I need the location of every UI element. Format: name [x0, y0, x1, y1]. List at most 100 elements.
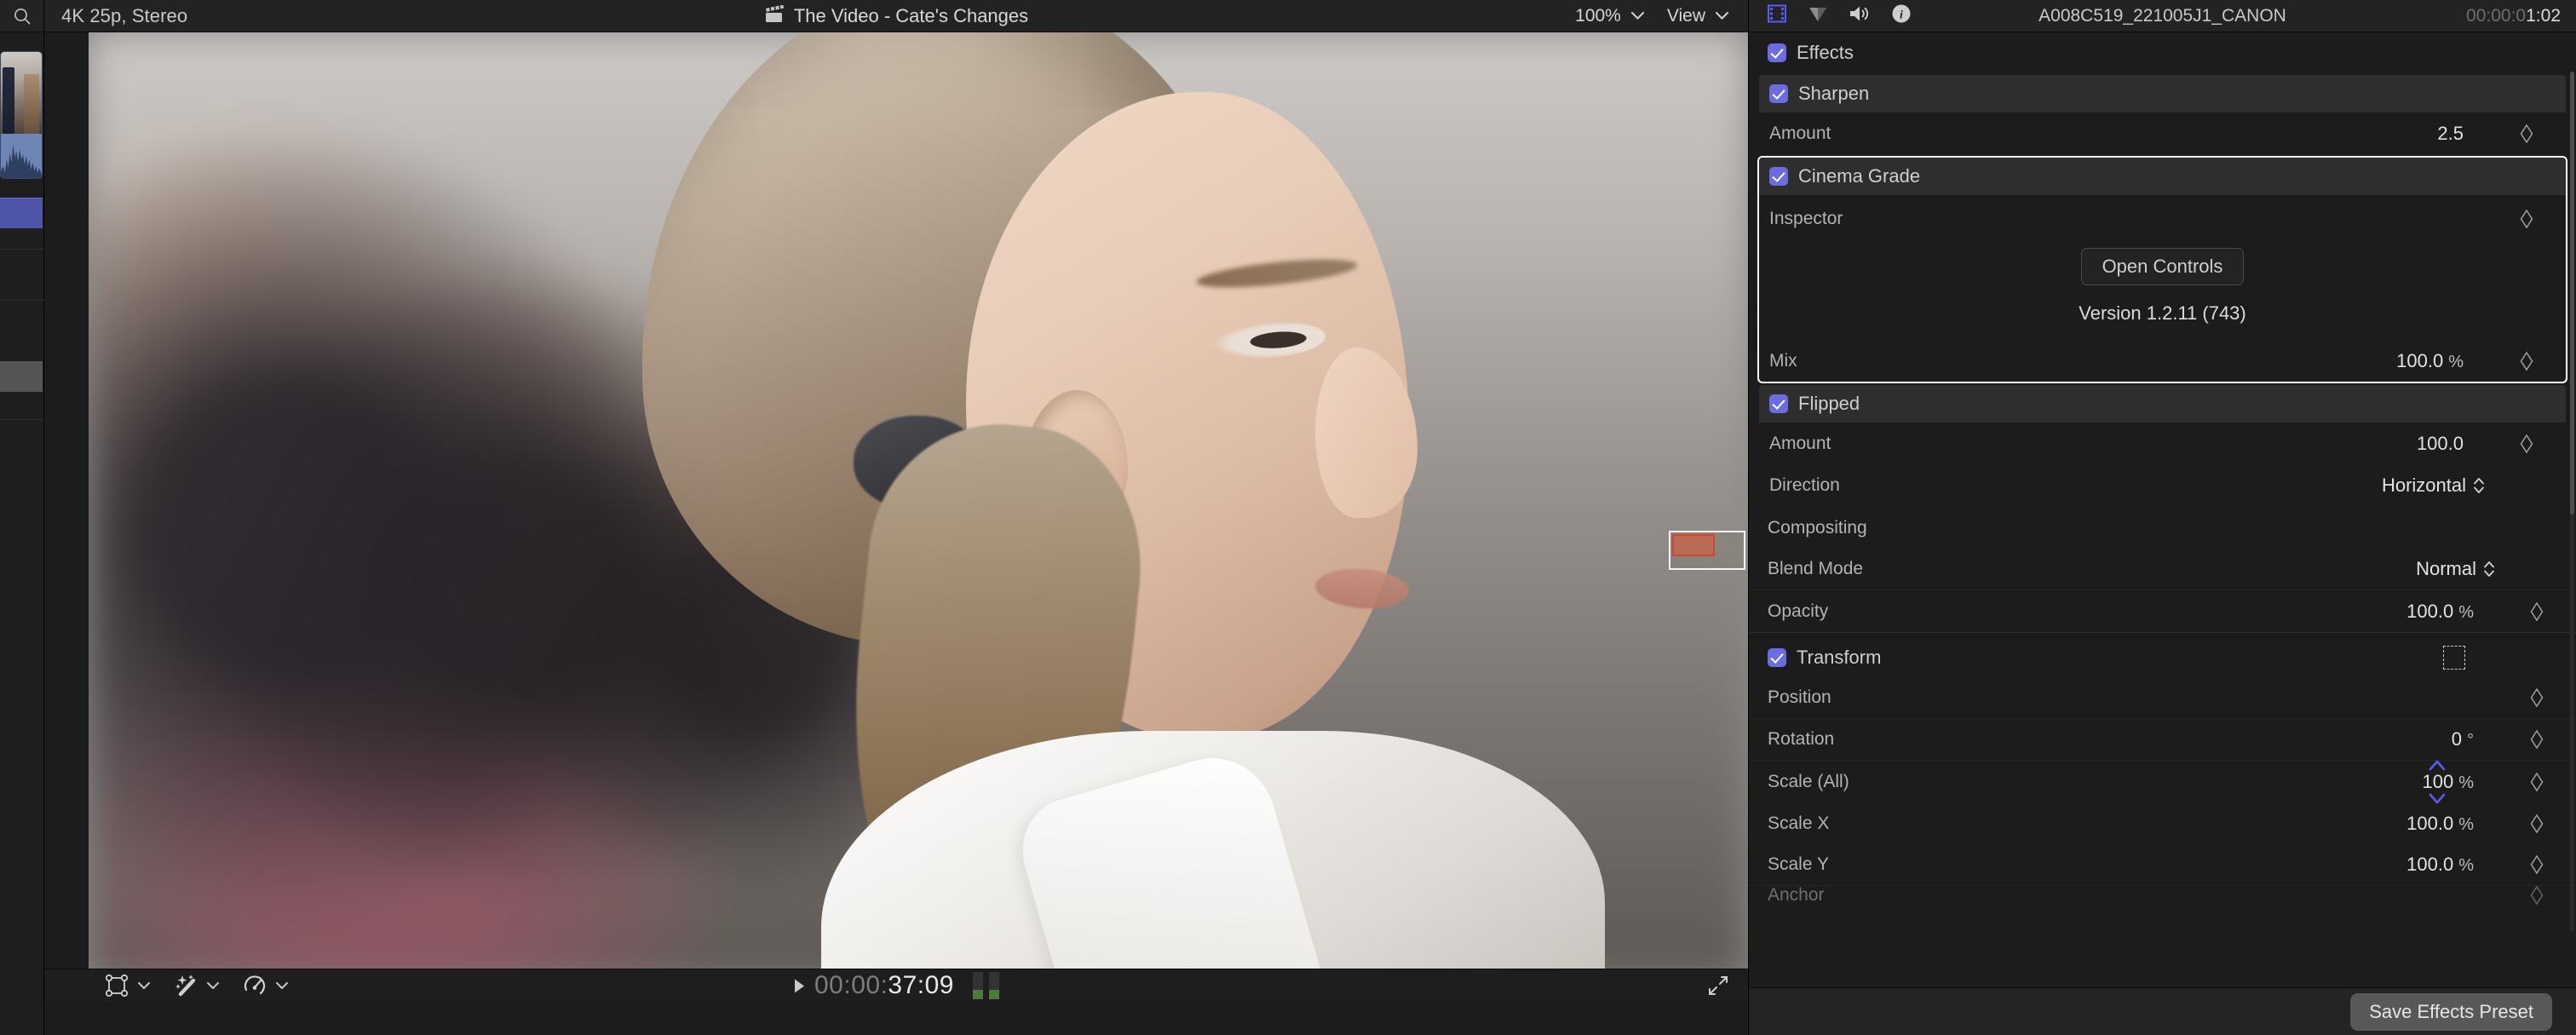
color-inspector-tab[interactable]: [1807, 3, 1829, 29]
inspector-content[interactable]: Effects Sharpen Amount 2.5 Cinema Grade …: [1749, 32, 2576, 987]
cinema-grade-mix-value[interactable]: 100.0%: [2268, 350, 2464, 372]
timecode-text: 00:00:37:09: [814, 971, 954, 1000]
timeline-divider: [0, 249, 44, 250]
open-controls-button[interactable]: Open Controls: [2080, 248, 2245, 285]
rotation-keyframe-button[interactable]: [2530, 729, 2544, 750]
play-triangle-icon: [795, 979, 804, 992]
scale-x-value[interactable]: 100.0%: [2278, 813, 2474, 835]
position-row[interactable]: Position X 0 px Y 0 px: [1749, 677, 2576, 719]
transform-bounds-icon[interactable]: [2443, 645, 2465, 670]
cinema-grade-header[interactable]: Cinema Grade: [1759, 158, 2566, 195]
anchor-keyframe-button[interactable]: [2530, 885, 2544, 906]
timeline-clip-bar[interactable]: [0, 198, 43, 228]
sharpen-amount-value[interactable]: 2.5: [2268, 123, 2464, 145]
opacity-value[interactable]: 100.0%: [2278, 601, 2474, 623]
timeline-clip-thumbnail[interactable]: [0, 51, 43, 179]
sharpen-amount-keyframe-button[interactable]: [2520, 124, 2533, 144]
blend-mode-popup[interactable]: Normal: [2416, 558, 2495, 580]
cinema-grade-mix-row[interactable]: Mix 100.0%: [1759, 340, 2566, 382]
sharpen-enable-checkbox[interactable]: [1769, 84, 1788, 103]
flipped-header[interactable]: Flipped: [1759, 385, 2566, 423]
viewer-toolbar-left: 4K 25p, Stereo: [14, 0, 187, 32]
cinema-grade-mix-label: Mix: [1769, 350, 1797, 371]
info-inspector-tab[interactable]: i: [1890, 3, 1912, 29]
flipped-amount-row[interactable]: Amount 100.0: [1759, 423, 2566, 464]
flipped-direction-row[interactable]: Direction Horizontal: [1759, 464, 2566, 506]
search-icon[interactable]: [0, 0, 44, 32]
save-effects-preset-button[interactable]: Save Effects Preset: [2350, 992, 2552, 1031]
anchor-row[interactable]: Anchor X Y: [1749, 885, 2576, 906]
keyframe-diamond-icon: [2530, 687, 2544, 708]
updown-chevron-icon: [2474, 477, 2484, 493]
cinema-grade-mix-keyframe-button[interactable]: [2520, 351, 2533, 371]
keyframe-diamond-icon: [2530, 772, 2544, 791]
rotation-value[interactable]: 0 °: [2278, 728, 2474, 750]
flipped-amount-value[interactable]: 100.0: [2268, 433, 2464, 455]
timecode-display[interactable]: 00:00:37:09: [793, 971, 954, 1000]
effect-card-flipped[interactable]: Flipped Amount 100.0 Direction Horizonta…: [1757, 383, 2567, 508]
cinema-grade-selection-swatch[interactable]: [1672, 534, 1715, 556]
flipped-amount-keyframe-button[interactable]: [2520, 434, 2533, 454]
transform-header[interactable]: Transform: [1749, 637, 2576, 677]
viewer-project-title-group: The Video - Cate's Changes: [44, 0, 1748, 32]
scrollbar-thumb[interactable]: [2570, 72, 2574, 515]
scale-all-label: Scale (All): [1768, 771, 1849, 791]
zoom-level-menu[interactable]: 100%: [1575, 6, 1645, 26]
sharpen-amount-label: Amount: [1769, 123, 1831, 143]
scale-x-label: Scale X: [1768, 813, 1830, 833]
sharpen-amount-row[interactable]: Amount 2.5: [1759, 112, 2566, 154]
scale-x-row[interactable]: Scale X 100.0%: [1749, 802, 2576, 844]
position-label: Position: [1768, 687, 1831, 707]
flipped-enable-checkbox[interactable]: [1769, 394, 1788, 413]
cinema-grade-region-overlay[interactable]: [1669, 531, 1745, 570]
rotation-row[interactable]: Rotation 0 °: [1749, 719, 2576, 761]
keyframe-diamond-icon: [2530, 814, 2544, 833]
inspector-timecode: 00:00:01:02: [2466, 6, 2576, 26]
timeline-secondary-bar[interactable]: [0, 361, 43, 392]
blend-mode-value: Normal: [2416, 558, 2476, 579]
audio-inspector-tab[interactable]: [1848, 3, 1872, 29]
scale-all-value[interactable]: 100%: [2278, 771, 2474, 793]
scale-x-keyframe-button[interactable]: [2530, 814, 2544, 834]
flipped-direction-value: Horizontal: [2381, 474, 2466, 496]
flipped-direction-popup[interactable]: Horizontal: [2382, 474, 2485, 497]
viewer-stage: 00:00:37:09: [44, 32, 1748, 1002]
opacity-keyframe-button[interactable]: [2530, 601, 2544, 622]
scale-y-value[interactable]: 100.0%: [2278, 854, 2474, 876]
sharpen-header[interactable]: Sharpen: [1759, 75, 2566, 112]
cinema-grade-inspector-row[interactable]: Inspector: [1759, 200, 2566, 238]
scale-all-row[interactable]: Scale (All) 100%: [1749, 760, 2576, 803]
video-preview[interactable]: [89, 32, 1748, 982]
video-inspector-tab[interactable]: [1766, 3, 1788, 29]
keyframe-diamond-icon: [2530, 601, 2544, 621]
view-menu[interactable]: View: [1667, 6, 1729, 26]
updown-chevron-icon: [2484, 561, 2494, 577]
scale-all-keyframe-button[interactable]: [2530, 772, 2544, 792]
scale-y-keyframe-button[interactable]: [2530, 854, 2544, 875]
scale-y-row[interactable]: Scale Y 100.0%: [1749, 844, 2576, 886]
chevron-down-icon: [1715, 11, 1729, 20]
film-strip-icon: [1768, 4, 1786, 23]
inspector-scrollbar[interactable]: [2570, 72, 2574, 932]
position-keyframe-button[interactable]: [2530, 687, 2544, 708]
keyframe-diamond-icon: [2520, 434, 2533, 453]
effects-master-header[interactable]: Effects: [1749, 32, 2576, 73]
speaker-icon: [1850, 6, 1869, 21]
blend-mode-label: Blend Mode: [1768, 559, 1864, 578]
clapperboard-icon: [764, 4, 785, 28]
inspector-tabs: i: [1749, 3, 1912, 29]
viewer-toolbar-right: 100% View: [1575, 6, 1748, 26]
transform-enable-checkbox[interactable]: [1768, 647, 1786, 667]
info-circle-icon: i: [1892, 4, 1911, 23]
effect-card-sharpen[interactable]: Sharpen Amount 2.5: [1757, 73, 2567, 156]
audio-meters[interactable]: [973, 972, 999, 999]
effects-enable-checkbox[interactable]: [1768, 43, 1786, 62]
opacity-row[interactable]: Opacity 100.0%: [1749, 590, 2576, 632]
open-controls-wrap: Open Controls: [1759, 248, 2566, 285]
viewer-bottom-bar: 00:00:37:09: [44, 969, 1748, 1002]
effect-card-cinema-grade[interactable]: Cinema Grade Inspector Open Controls Ver…: [1757, 156, 2567, 383]
cinema-grade-keyframe-button[interactable]: [2520, 209, 2533, 229]
blend-mode-row[interactable]: Blend Mode Normal: [1749, 549, 2576, 590]
svg-text:i: i: [1900, 9, 1903, 22]
cinema-grade-enable-checkbox[interactable]: [1769, 167, 1788, 186]
